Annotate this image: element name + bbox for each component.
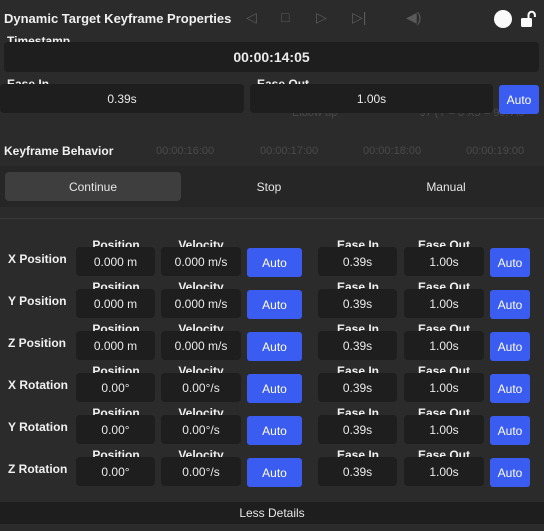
velocity-auto-button[interactable]: Auto bbox=[247, 248, 302, 277]
velocity-auto-button[interactable]: Auto bbox=[247, 458, 302, 487]
ease-in-field[interactable]: 0.39s bbox=[318, 247, 397, 276]
play-icon: ▷ bbox=[316, 9, 327, 25]
position-field[interactable]: 0.000 m bbox=[76, 247, 155, 276]
velocity-field[interactable]: 0.00°/s bbox=[161, 373, 241, 402]
ease-in-field[interactable]: 0.39s bbox=[318, 373, 397, 402]
volume-icon: ◀) bbox=[406, 9, 422, 25]
record-icon[interactable] bbox=[494, 10, 512, 28]
ease-auto-button[interactable]: Auto bbox=[490, 248, 530, 277]
ease-auto-button[interactable]: Auto bbox=[490, 332, 530, 361]
row-label: Y Position bbox=[8, 294, 67, 308]
row-label: Y Rotation bbox=[8, 420, 68, 434]
timeline-tick-4: 00:00:19:00 bbox=[466, 145, 525, 157]
timeline-tick-1: 00:00:16:00 bbox=[156, 145, 215, 157]
row-label: Z Position bbox=[8, 336, 66, 350]
ease-out-field[interactable]: 1.00s bbox=[404, 457, 484, 486]
ease-out-field[interactable]: 1.00s bbox=[404, 373, 484, 402]
ease-out-field[interactable]: 1.00s bbox=[404, 331, 484, 360]
less-details-button[interactable]: Less Details bbox=[0, 502, 544, 524]
velocity-field[interactable]: 0.000 m/s bbox=[161, 247, 241, 276]
rewind-icon: ◁ bbox=[246, 9, 257, 25]
section-divider bbox=[0, 218, 544, 219]
timeline-tick-3: 00:00:18:00 bbox=[363, 145, 422, 157]
ease-in-field[interactable]: 0.39s bbox=[318, 457, 397, 486]
ease-out-field[interactable]: 1.00s bbox=[404, 289, 484, 318]
ease-out-field[interactable]: 1.00s bbox=[404, 247, 484, 276]
ease-auto-button[interactable]: Auto bbox=[490, 416, 530, 445]
velocity-auto-button[interactable]: Auto bbox=[247, 332, 302, 361]
ease-out-field[interactable]: 1.00s bbox=[404, 415, 484, 444]
keyframe-behavior-label: Keyframe Behavior bbox=[4, 144, 114, 158]
velocity-field[interactable]: 0.00°/s bbox=[161, 415, 241, 444]
velocity-field[interactable]: 0.000 m/s bbox=[161, 289, 241, 318]
ease-in-field[interactable]: 0.39s bbox=[0, 84, 244, 113]
behavior-continue-button[interactable]: Continue bbox=[5, 172, 181, 201]
behavior-manual-button[interactable]: Manual bbox=[357, 172, 535, 201]
ease-auto-button[interactable]: Auto bbox=[490, 374, 530, 403]
velocity-field[interactable]: 0.00°/s bbox=[161, 457, 241, 486]
position-field[interactable]: 0.00° bbox=[76, 373, 155, 402]
timestamp-field[interactable]: 00:00:14:05 bbox=[4, 42, 539, 72]
position-field[interactable]: 0.00° bbox=[76, 457, 155, 486]
velocity-auto-button[interactable]: Auto bbox=[247, 374, 302, 403]
ease-auto-button[interactable]: Auto bbox=[490, 458, 530, 487]
velocity-auto-button[interactable]: Auto bbox=[247, 290, 302, 319]
ease-auto-button[interactable]: Auto bbox=[499, 85, 539, 114]
position-field[interactable]: 0.00° bbox=[76, 415, 155, 444]
ease-in-field[interactable]: 0.39s bbox=[318, 331, 397, 360]
position-field[interactable]: 0.000 m bbox=[76, 289, 155, 318]
ease-in-field[interactable]: 0.39s bbox=[318, 415, 397, 444]
stop-icon: □ bbox=[281, 9, 290, 25]
row-label: X Position bbox=[8, 252, 67, 266]
panel-title: Dynamic Target Keyframe Properties bbox=[4, 11, 232, 26]
velocity-auto-button[interactable]: Auto bbox=[247, 416, 302, 445]
behavior-stop-button[interactable]: Stop bbox=[181, 172, 357, 201]
ease-auto-button[interactable]: Auto bbox=[490, 290, 530, 319]
row-label: Z Rotation bbox=[8, 462, 68, 476]
unlock-icon[interactable] bbox=[520, 10, 536, 28]
position-field[interactable]: 0.000 m bbox=[76, 331, 155, 360]
velocity-field[interactable]: 0.000 m/s bbox=[161, 331, 241, 360]
ease-in-field[interactable]: 0.39s bbox=[318, 289, 397, 318]
skip-end-icon: ▷| bbox=[352, 9, 367, 25]
ease-out-field[interactable]: 1.00s bbox=[250, 84, 493, 113]
timeline-tick-2: 00:00:17:00 bbox=[260, 145, 319, 157]
row-label: X Rotation bbox=[8, 378, 68, 392]
